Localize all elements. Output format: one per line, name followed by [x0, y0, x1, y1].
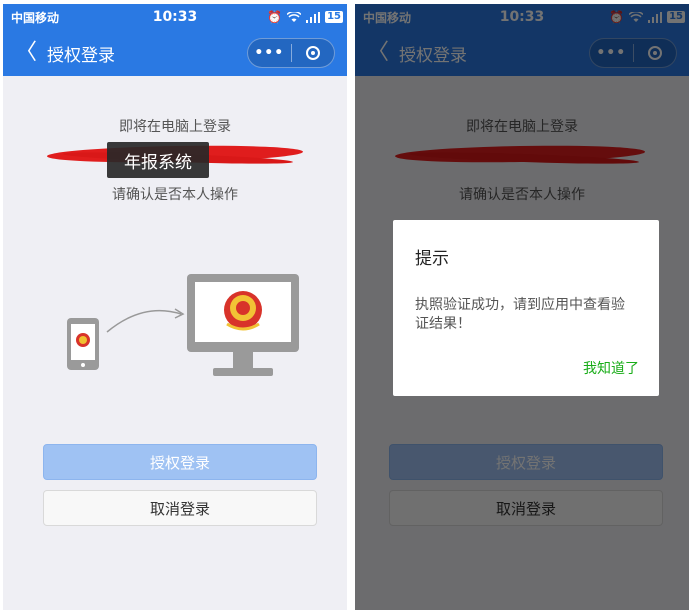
- dialog-title: 提示: [415, 249, 449, 269]
- emblem-icon: [224, 291, 262, 331]
- more-icon[interactable]: •••: [248, 45, 291, 61]
- status-bar: 中国移动 10:33 ⏰ 15: [3, 4, 347, 30]
- phone-icon: [67, 318, 99, 370]
- login-message: 即将在电脑上登录: [119, 119, 231, 135]
- confirm-message: 请确认是否本人操作: [112, 187, 238, 203]
- signal-icon: [306, 11, 321, 23]
- authorize-login-button[interactable]: 授权登录: [43, 444, 317, 480]
- close-icon[interactable]: [292, 46, 335, 60]
- battery-level: 15: [325, 11, 343, 23]
- login-illustration: [67, 274, 299, 376]
- dialog-message: 执照验证成功，请到应用中查看验证结果！: [415, 297, 625, 332]
- auth-content: 即将在电脑上登录 年报系统 请确认是否本人操作 授权登录 取消登录: [3, 76, 347, 610]
- screen-right: 中国移动 10:33 ⏰ 15 〈 授权登录 ••• 即将在电脑上登录 请确认是…: [355, 4, 689, 610]
- alarm-icon: ⏰: [267, 10, 283, 24]
- navigation-bar: 〈 授权登录 •••: [3, 30, 347, 76]
- wifi-icon: [287, 11, 302, 22]
- arrow-icon: [106, 309, 182, 333]
- alert-dialog: 提示 执照验证成功，请到应用中查看验证结果！ 我知道了: [393, 220, 659, 396]
- system-name-tooltip: 年报系统: [107, 142, 209, 178]
- back-icon[interactable]: 〈: [15, 42, 37, 64]
- screen-left: 中国移动 10:33 ⏰ 15 〈 授权登录 ••• 即将在电脑上登录 年报系统…: [3, 4, 347, 610]
- status-icons: ⏰ 15: [267, 10, 343, 24]
- dialog-confirm-button[interactable]: 我知道了: [583, 358, 639, 378]
- cancel-login-button[interactable]: 取消登录: [43, 490, 317, 526]
- page-title: 授权登录: [47, 45, 116, 66]
- mini-program-capsule: •••: [247, 38, 335, 68]
